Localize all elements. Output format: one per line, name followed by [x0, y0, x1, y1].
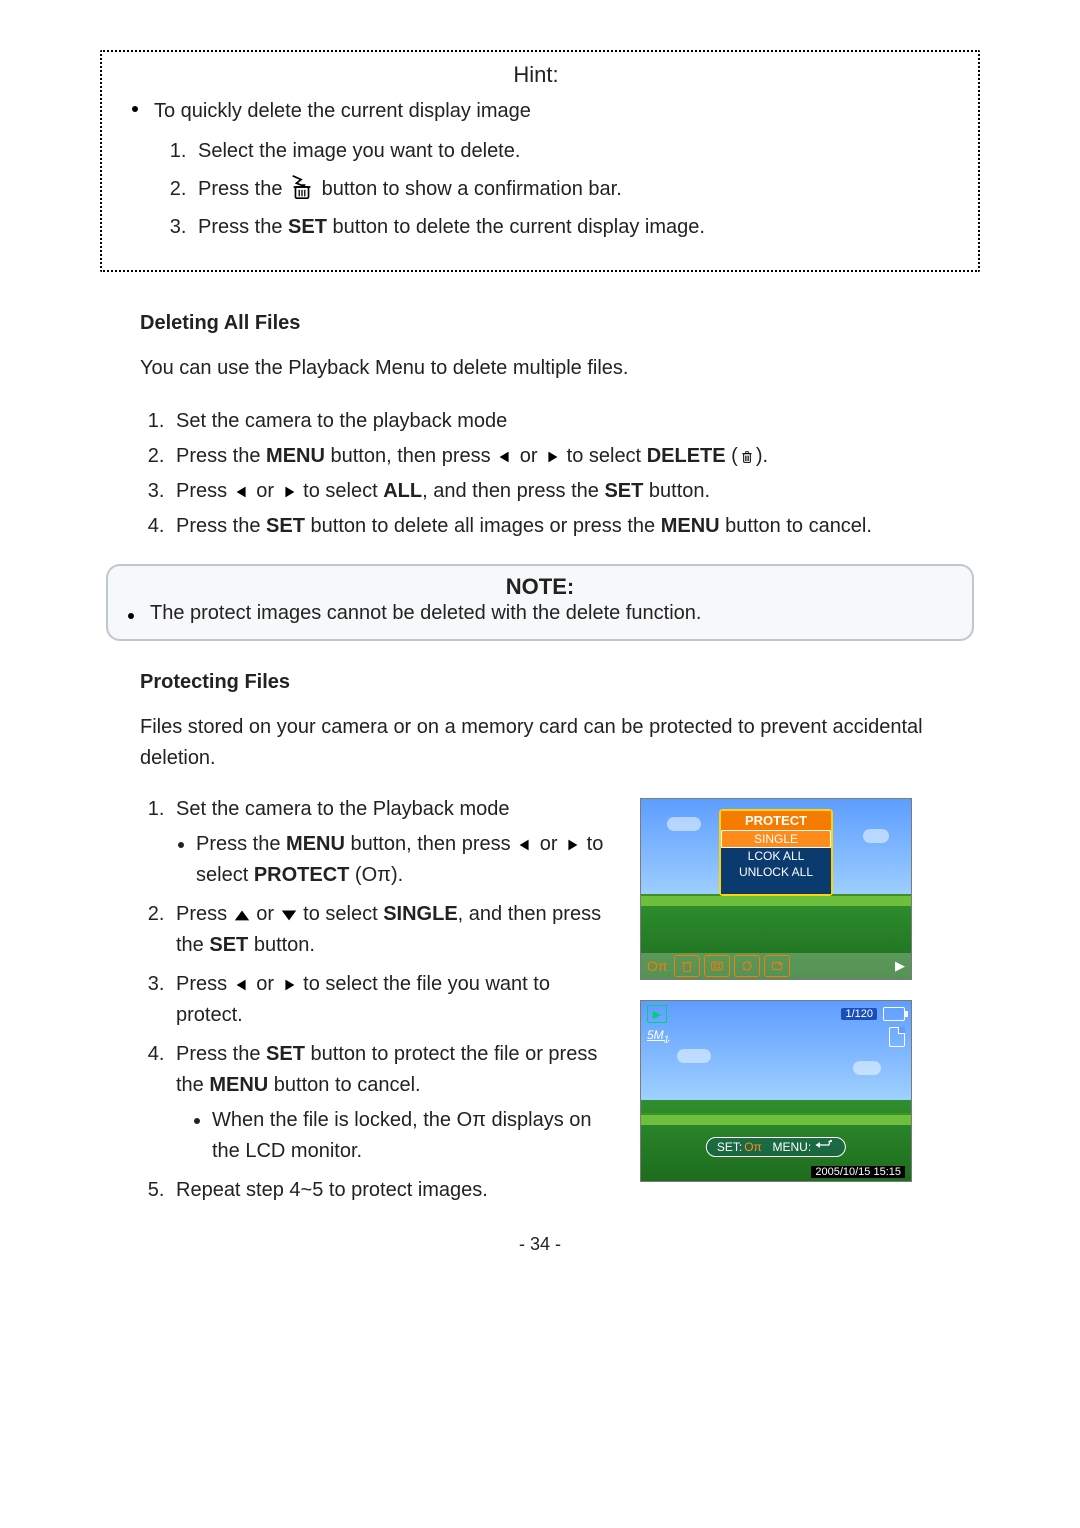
timestamp: 2005/10/15 15:15 [811, 1166, 905, 1178]
protect-step-4: Press the SET button to protect the file… [170, 1039, 610, 1167]
battery-icon [883, 1007, 905, 1021]
slideshow-icon [704, 955, 730, 977]
delete-step-2: Press the MENU button, then press or to … [170, 439, 980, 474]
heading-deleting-all-files: Deleting All Files [140, 312, 980, 335]
hint-step-2: Press the button to show a confirmation … [192, 170, 960, 208]
protect-intro: Files stored on your camera or on a memo… [140, 712, 940, 774]
protect-step-4-sub: When the file is locked, the Oπ displays… [212, 1105, 610, 1167]
deleting-steps: Set the camera to the playback mode Pres… [140, 404, 980, 544]
menu-item-single: SINGLE [721, 830, 831, 848]
bottom-icon-bar: Oπ ▶ [641, 953, 911, 979]
page-number: - 34 - [100, 1234, 980, 1255]
lcd-figure-playback-locked: ▶ 1/120 5M1 SET: Oπ MENU: [640, 1000, 912, 1182]
hint-step-1: Select the image you want to delete. [192, 132, 960, 170]
note-box: NOTE: The protect images cannot be delet… [106, 564, 974, 641]
resolution-badge: 5M1 [647, 1028, 669, 1045]
delete-step-4: Press the SET button to delete all image… [170, 509, 980, 544]
dpof-icon [764, 955, 790, 977]
hint-steps: Select the image you want to delete. Pre… [192, 132, 960, 246]
note-title: NOTE: [128, 574, 952, 600]
protect-step-2: Press or to select SINGLE, and then pres… [170, 899, 610, 961]
hint-bullet-text: To quickly delete the current display im… [154, 96, 531, 126]
bullet-icon [128, 613, 134, 619]
right-arrow-icon: ▶ [895, 958, 905, 974]
hint-step-3: Press the SET button to delete the curre… [192, 208, 960, 246]
deleting-intro: You can use the Playback Menu to delete … [140, 353, 940, 384]
heading-protecting-files: Protecting Files [140, 671, 980, 694]
delete-step-3: Press or to select ALL, and then press t… [170, 474, 980, 509]
protect-steps: Set the camera to the Playback mode Pres… [140, 794, 610, 1206]
protect-step-5: Repeat step 4~5 to protect images. [170, 1175, 610, 1206]
protect-step-3: Press or to select the file you want to … [170, 969, 610, 1031]
bullet-icon [132, 106, 138, 112]
image-counter: 1/120 [841, 1008, 877, 1020]
note-text: The protect images cannot be deleted wit… [150, 602, 701, 625]
menu-item-lock-all: LCOK ALL [721, 848, 831, 864]
menu-item-unlock-all: UNLOCK ALL [721, 864, 831, 880]
hint-box: Hint: To quickly delete the current disp… [100, 50, 980, 272]
playback-mode-icon: ▶ [647, 1005, 667, 1023]
trash-icon [674, 955, 700, 977]
set-menu-hint-pill: SET: Oπ MENU: [706, 1137, 846, 1157]
protect-menu-popup: PROTECT SINGLE LCOK ALL UNLOCK ALL [719, 809, 833, 896]
lcd-figure-protect-menu: PROTECT SINGLE LCOK ALL UNLOCK ALL Oπ [640, 798, 912, 980]
protect-step-1-sub: Press the MENU button, then press or to … [196, 829, 610, 891]
menu-title: PROTECT [721, 811, 831, 830]
memory-card-icon [889, 1027, 905, 1047]
protect-step-1: Set the camera to the Playback mode Pres… [170, 794, 610, 891]
back-arrow-icon [813, 1139, 835, 1154]
delete-step-1: Set the camera to the playback mode [170, 404, 980, 439]
hint-title: Hint: [112, 62, 960, 88]
rotate-icon [734, 955, 760, 977]
protect-on-icon: Oπ [647, 958, 668, 974]
